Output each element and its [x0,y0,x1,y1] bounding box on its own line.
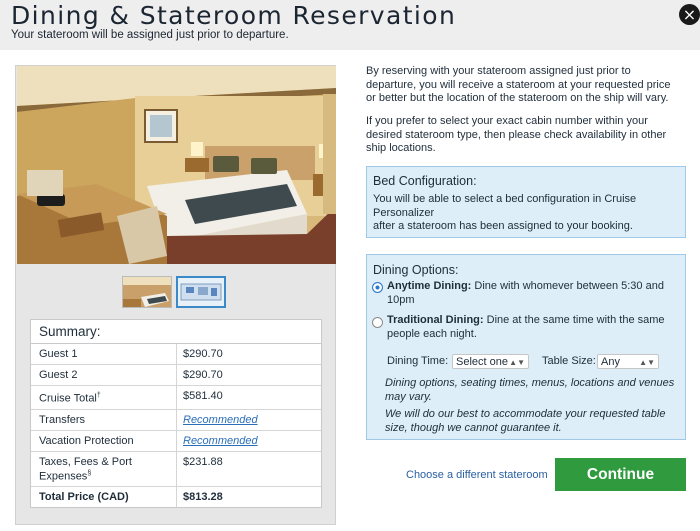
modal-header: Dining & Stateroom Reservation Your stat… [0,0,700,50]
summary-row-label: Cruise Total† [31,386,177,409]
bed-configuration-title: Bed Configuration: [373,174,477,188]
summary-row: Guest 2 $290.70 [31,365,321,386]
page-subtitle: Your stateroom will be assigned just pri… [11,29,289,41]
anytime-dining-radio[interactable] [372,282,383,293]
footnote-mark: † [96,392,101,399]
summary-row-label: Guest 2 [31,365,177,385]
choose-different-stateroom-link[interactable]: Choose a different stateroom [406,469,548,481]
summary-row-label: Guest 1 [31,344,177,364]
dining-options-box: Dining Options: Anytime Dining: Dine wit… [366,254,686,440]
stateroom-gallery-panel: Summary: Guest 1 $290.70 Guest 2 $290.70… [15,65,336,525]
summary-row: Vacation Protection Recommended [31,430,321,452]
traditional-dining-option[interactable]: Traditional Dining: Dine at the same tim… [387,314,682,341]
summary-row-label: Vacation Protection [31,430,177,451]
close-icon[interactable]: × [679,4,700,25]
page-title: Dining & Stateroom Reservation [11,1,457,30]
summary-total-row: Total Price (CAD) $813.28 [31,487,321,508]
dining-time-label: Dining Time: [387,355,449,367]
bed-configuration-box: Bed Configuration: You will be able to s… [366,166,686,238]
dining-options-title: Dining Options: [373,263,459,277]
intro-paragraph: By reserving with your stateroom assigne… [366,65,671,104]
continue-button[interactable]: Continue [555,458,686,491]
summary-row: Transfers Recommended [31,409,321,431]
table-size-label: Table Size: [542,355,596,367]
summary-row-label: Transfers [31,409,177,430]
dining-time-select[interactable]: Select one ▲▼ [452,354,529,369]
table-size-disclaimer: We will do our best to accommodate your … [385,408,666,434]
thumbnail-stateroom-photo[interactable] [122,276,172,308]
summary-title: Summary: [31,320,321,344]
summary-row-value: $581.40 [183,390,223,402]
table-size-select[interactable]: Any ▲▼ [597,354,659,369]
summary-row: Taxes, Fees & Port Expenses§ $231.88 [31,451,321,488]
anytime-dining-label: Anytime Dining: [387,280,472,292]
thumbnail-deck-plan[interactable] [176,276,226,308]
traditional-dining-radio[interactable] [372,317,383,328]
summary-total-value: $813.28 [183,491,223,504]
anytime-dining-option[interactable]: Anytime Dining: Dine with whomever betwe… [387,280,682,307]
summary-row-value: $231.88 [183,455,223,468]
cabin-choice-paragraph: If you prefer to select your exact cabin… [366,115,667,154]
transfers-recommended-link[interactable]: Recommended [183,414,258,426]
summary-row-label: Taxes, Fees & Port Expenses§ [31,451,177,487]
dining-disclaimer: Dining options, seating times, menus, lo… [385,377,675,403]
vacation-protection-recommended-link[interactable]: Recommended [183,435,258,447]
summary-row-label: Total Price (CAD) [31,487,177,508]
photo-thumbnails [122,276,226,308]
traditional-dining-label: Traditional Dining: [387,314,484,326]
price-summary-table: Summary: Guest 1 $290.70 Guest 2 $290.70… [30,319,322,509]
stateroom-photo [17,66,336,264]
bed-configuration-line2: after a stateroom has been assigned to y… [373,220,633,232]
bed-configuration-line1: You will be able to select a bed configu… [373,193,637,219]
summary-row-value: $290.70 [183,348,223,360]
footnote-mark: § [87,469,92,477]
select-arrows-icon: ▲▼ [509,358,525,367]
summary-row: Cruise Total† $581.40 [31,386,321,410]
summary-row: Guest 1 $290.70 [31,344,321,365]
select-arrows-icon: ▲▼ [639,358,655,367]
summary-row-value: $290.70 [183,369,223,381]
